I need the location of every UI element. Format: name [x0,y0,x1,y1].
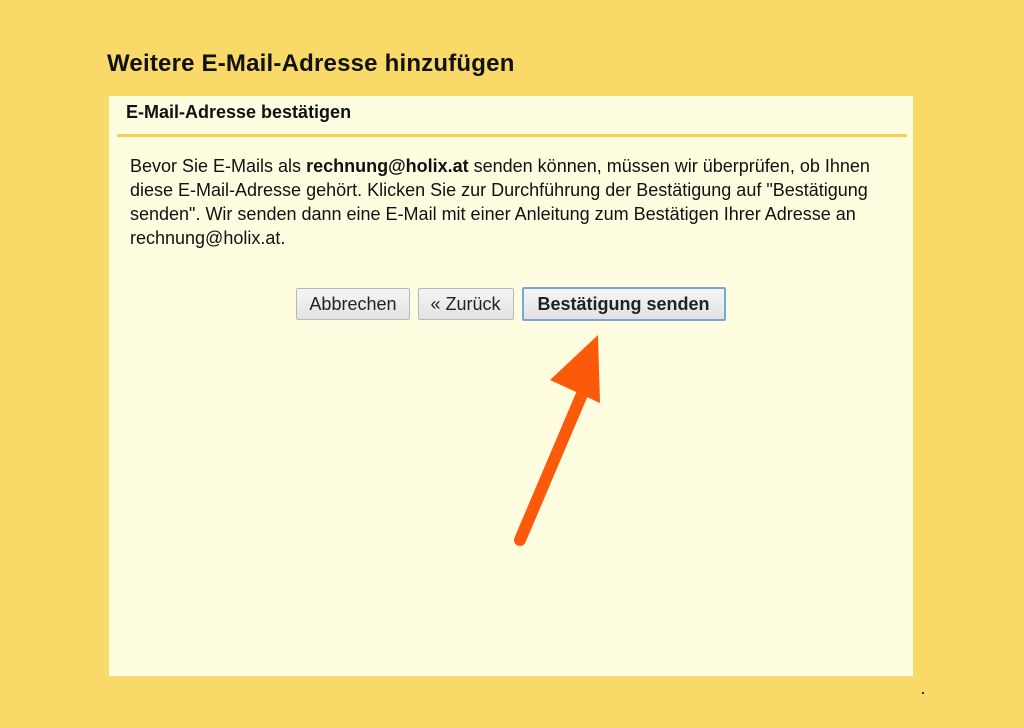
dialog-button-row: Abbrechen « Zurück Bestätigung senden [109,287,913,321]
arrow-head [550,335,600,403]
header-divider [117,134,907,137]
arrow-shaft [514,374,594,546]
stray-dot [922,692,924,694]
dialog-header: E-Mail-Adresse bestätigen [126,102,352,122]
dialog-message: Bevor Sie E-Mails als rechnung@holix.at … [130,154,900,250]
page-title: Weitere E-Mail-Adresse hinzufügen [107,50,515,77]
cancel-button[interactable]: Abbrechen [296,288,410,320]
send-confirmation-button[interactable]: Bestätigung senden [521,287,726,321]
back-button[interactable]: « Zurück [417,288,514,320]
orange-arrow-icon [514,335,600,546]
message-intro: Bevor Sie E-Mails als [130,156,307,176]
email-address: rechnung@holix.at [306,156,469,176]
